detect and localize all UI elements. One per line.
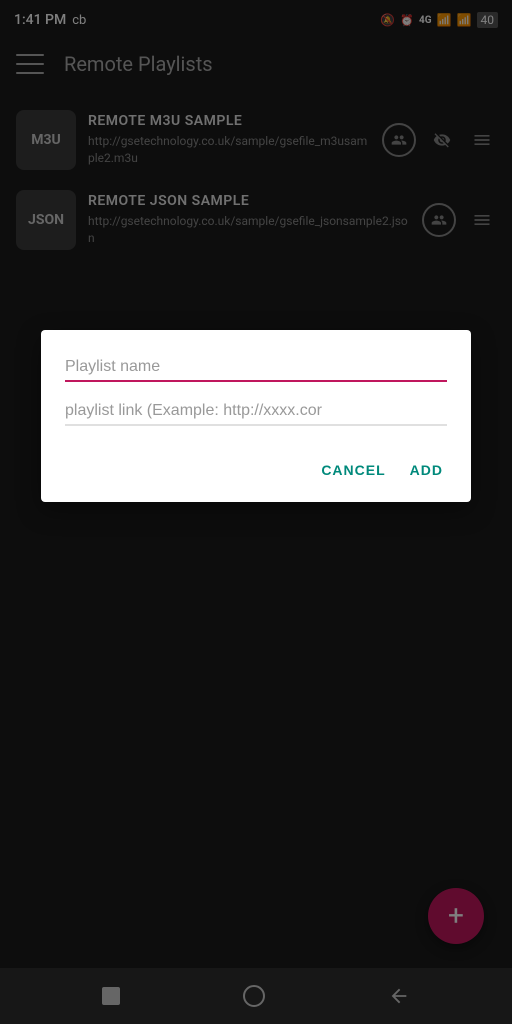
dialog-url-field — [65, 398, 447, 426]
playlist-name-input[interactable] — [65, 354, 447, 382]
cancel-button[interactable]: CANCEL — [317, 454, 389, 486]
dialog-actions: CANCEL ADD — [65, 446, 447, 486]
dialog-overlay: CANCEL ADD — [0, 0, 512, 1024]
playlist-url-input[interactable] — [65, 398, 447, 426]
dialog-name-field — [65, 354, 447, 382]
add-playlist-dialog: CANCEL ADD — [41, 330, 471, 502]
add-button[interactable]: ADD — [406, 454, 447, 486]
